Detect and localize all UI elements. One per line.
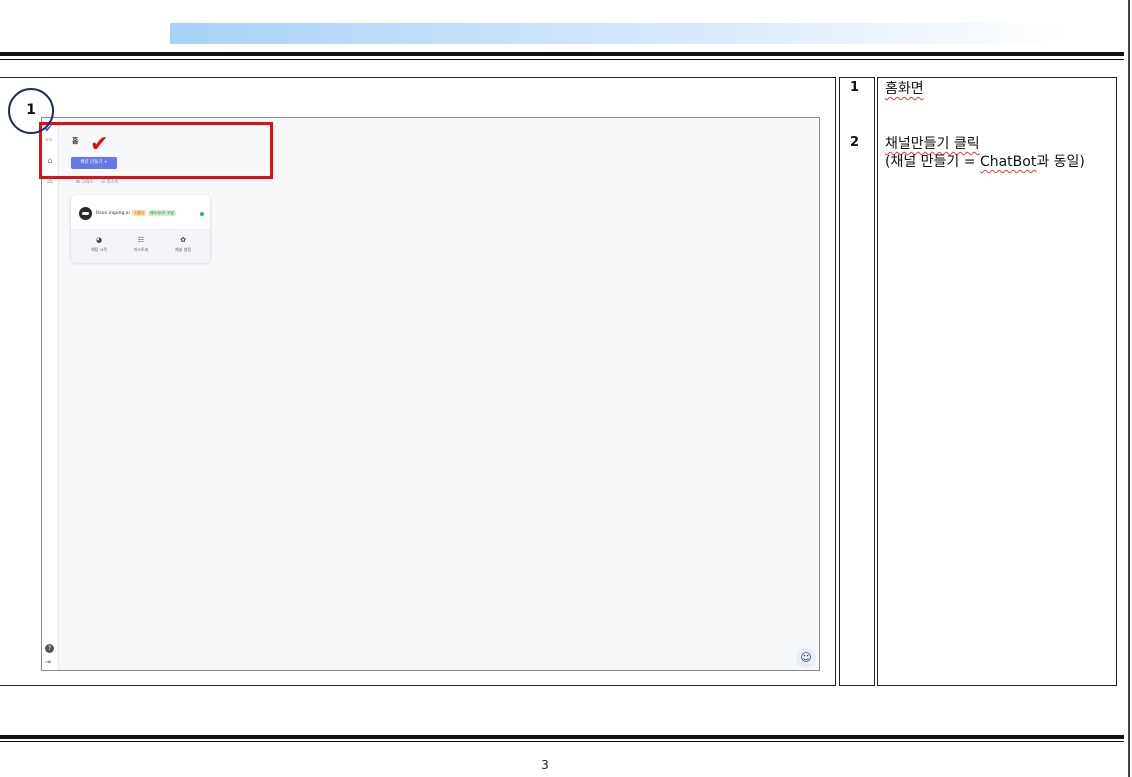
- step-text-2-word: ChatBot: [979, 154, 1037, 170]
- chat-icon: ◕: [95, 236, 103, 244]
- step-text-2-prefix: (채널 만들기 =: [885, 154, 980, 170]
- app-sidebar: ✔ ㅁㅁ ⌂ ♙ ? ⇥: [42, 118, 59, 670]
- header-gradient-bar: [170, 23, 1070, 44]
- channel-settings-label: 채널 설정: [175, 247, 191, 252]
- status-badge: 스튜디: [132, 210, 146, 216]
- view-tabs: ⊞ 그리드 ☰ 리스트: [76, 179, 125, 185]
- card-actions: ◕ 채팅 시작 ☷ 히스토리 ✿ 채널 설정: [71, 229, 210, 263]
- channel-settings-button[interactable]: ✿ 채널 설정: [165, 236, 201, 253]
- channel-card[interactable]: Raon.ingung.ai 스튜디 베이비이드 모델 ◕ 채팅 시작 ☷ 히스…: [71, 195, 210, 263]
- footer-rule-thin: [0, 741, 1124, 742]
- step-number-1: 1: [850, 80, 860, 95]
- start-chat-label: 채팅 시작: [91, 247, 107, 252]
- chatbot-fab-icon[interactable]: ☺: [796, 648, 816, 668]
- number-column: [839, 77, 875, 686]
- online-indicator: [200, 212, 204, 216]
- start-chat-button[interactable]: ◕ 채팅 시작: [81, 236, 117, 253]
- tab-grid[interactable]: ⊞ 그리드: [76, 180, 94, 185]
- history-button[interactable]: ☷ 히스토리: [123, 236, 159, 253]
- step-text-1: 홈화면: [885, 81, 924, 97]
- logout-icon[interactable]: ⇥: [45, 658, 51, 666]
- checkmark-icon: ✔: [90, 132, 109, 157]
- model-badge: 베이비이드 모델: [148, 210, 176, 216]
- header-rule-thin: [0, 59, 1124, 60]
- page-right-edge: [1128, 0, 1130, 777]
- highlight-box: [39, 122, 273, 179]
- tab-list[interactable]: ☰ 리스트: [101, 180, 119, 185]
- channel-name: Raon.ingung.ai: [96, 211, 130, 216]
- history-label: 히스토리: [133, 247, 149, 252]
- callout-number: 1: [26, 102, 36, 118]
- app-screenshot: ✔ ㅁㅁ ⌂ ♙ ? ⇥ 홈 채널 만들기 + ⊞ 그리드 ☰ 리스트 Raon…: [41, 117, 820, 671]
- step-text-2-suffix: 과 동일): [1036, 154, 1085, 170]
- help-icon[interactable]: ?: [45, 644, 54, 653]
- avatar: [79, 207, 92, 220]
- header-rule-thick: [0, 52, 1124, 56]
- history-icon: ☷: [137, 236, 145, 244]
- step-text-2-line1: 채널만들기 클릭: [885, 136, 980, 152]
- page-number: 3: [541, 758, 549, 772]
- footer-rule-thick: [0, 735, 1124, 739]
- step-number-2: 2: [850, 135, 860, 150]
- step-text-2: 채널만들기 클릭 (채널 만들기 = ChatBot과 동일): [885, 135, 1085, 171]
- gear-icon: ✿: [180, 236, 186, 244]
